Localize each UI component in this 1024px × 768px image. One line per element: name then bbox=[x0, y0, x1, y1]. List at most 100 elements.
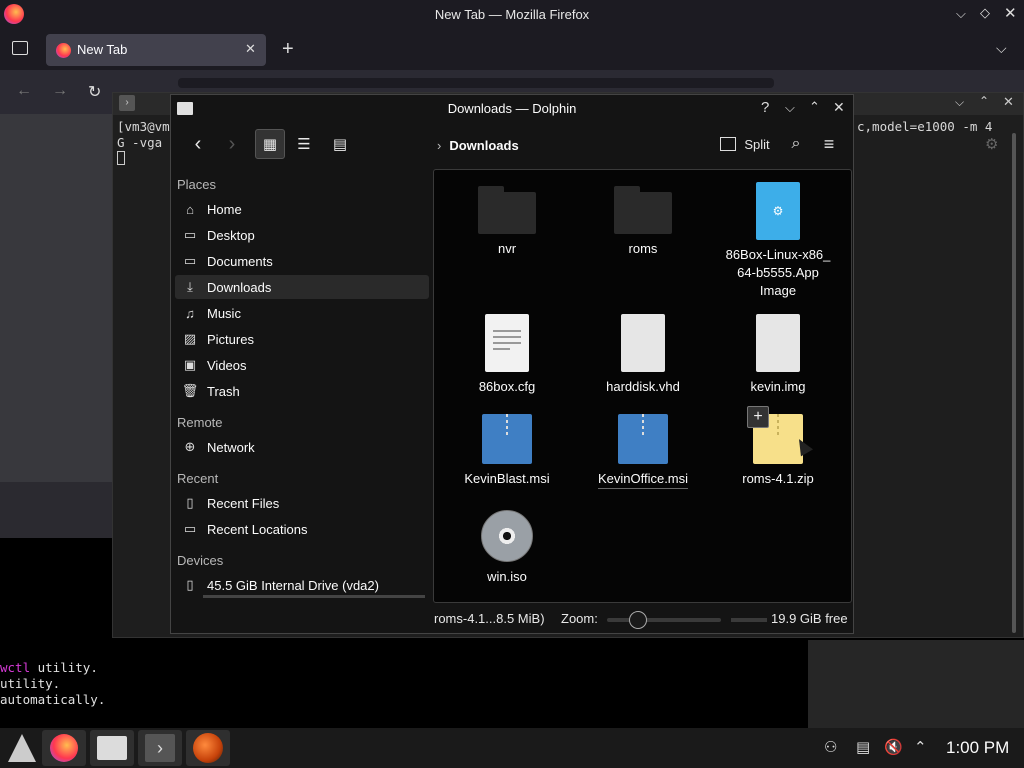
breadcrumb-chevron-icon: › bbox=[437, 138, 442, 153]
terminal-line: utility. bbox=[0, 676, 61, 691]
maximize-icon[interactable]: ◇ bbox=[980, 5, 990, 21]
list-all-tabs-icon[interactable]: ⌵ bbox=[996, 40, 1007, 57]
sidebar-item-trash[interactable]: 🗑 Trash bbox=[175, 379, 429, 403]
terminal-line: utility. bbox=[30, 660, 98, 675]
file-name: 86box.cfg bbox=[478, 379, 536, 394]
add-selection-icon[interactable]: + bbox=[747, 406, 769, 428]
taskbar-dolphin[interactable] bbox=[90, 730, 134, 766]
sidebar-item-videos[interactable]: ▣ Videos bbox=[175, 353, 429, 377]
file-name: roms-4.1.zip bbox=[742, 471, 814, 486]
minimize-icon[interactable]: ⌵ bbox=[956, 6, 966, 22]
sidebar-item-home[interactable]: ⌂ Home bbox=[175, 197, 429, 221]
back-icon[interactable]: ← bbox=[16, 82, 32, 100]
forward-button[interactable]: › bbox=[219, 129, 245, 159]
remote-heading: Remote bbox=[177, 415, 223, 430]
folder-icon bbox=[614, 182, 672, 234]
recent-heading: Recent bbox=[177, 471, 219, 486]
clipboard-tray-icon[interactable]: ▤ bbox=[856, 738, 870, 756]
dolphin-close-icon[interactable]: ✕ bbox=[833, 99, 845, 116]
tab-list-icon[interactable] bbox=[12, 41, 28, 55]
file-item[interactable]: harddisk.vhd bbox=[583, 314, 703, 396]
file-item[interactable]: KevinOffice.msi bbox=[583, 414, 703, 489]
help-icon[interactable]: ? bbox=[761, 99, 769, 116]
breadcrumb-downloads[interactable]: Downloads bbox=[449, 138, 518, 153]
dolphin-minimize-icon[interactable]: ⌵ bbox=[785, 100, 795, 116]
terminal-highlight: wctl bbox=[0, 660, 31, 675]
terminal-line: automatically. bbox=[0, 692, 106, 707]
sidebar-item-documents[interactable]: ▭ Documents bbox=[175, 249, 429, 273]
zoom-slider-track[interactable] bbox=[607, 618, 721, 622]
sidebar-item-recent-files[interactable]: ▯ Recent Files bbox=[175, 491, 429, 515]
drive-icon: ▯ bbox=[186, 577, 194, 592]
file-item[interactable]: KevinBlast.msi bbox=[447, 414, 567, 488]
network-tray-icon[interactable]: ⚇ bbox=[824, 738, 837, 756]
file-item[interactable]: roms bbox=[583, 182, 703, 258]
folder-icon bbox=[478, 182, 536, 234]
network-icon: ⊕ bbox=[184, 439, 196, 454]
volume-muted-icon[interactable]: 🔇 bbox=[884, 738, 903, 756]
sidebar-item-desktop[interactable]: ▭ Desktop bbox=[175, 223, 429, 247]
search-icon[interactable]: ⌕ bbox=[783, 130, 809, 158]
new-tab-icon[interactable]: + bbox=[282, 38, 294, 61]
dolphin-window: Downloads — Dolphin ? ⌵ ⌃ ✕ ‹ › ▦ ☰ ▤ › … bbox=[170, 94, 854, 634]
sidebar-item-network[interactable]: ⊕ Network bbox=[175, 435, 429, 459]
taskbar-86box[interactable] bbox=[186, 730, 230, 766]
file-item[interactable]: 86box.cfg bbox=[447, 314, 567, 396]
file-name: harddisk.vhd bbox=[606, 379, 680, 394]
pictures-icon: ▨ bbox=[183, 331, 197, 346]
show-hidden-icons-icon[interactable]: ⌃ bbox=[914, 738, 927, 756]
file-item[interactable]: win.iso bbox=[447, 510, 567, 586]
sidebar-item-label: Home bbox=[207, 201, 242, 217]
compact-view-button[interactable]: ☰ bbox=[289, 129, 319, 159]
sidebar-item-internal-drive[interactable]: ▯ 45.5 GiB Internal Drive (vda2) bbox=[175, 573, 429, 597]
icons-view-button[interactable]: ▦ bbox=[255, 129, 285, 159]
terminal-icon: › bbox=[145, 734, 175, 762]
sidebar-item-label: Desktop bbox=[207, 227, 255, 243]
music-icon: ♫ bbox=[185, 305, 195, 321]
sidebar-item-label: Documents bbox=[207, 253, 273, 269]
dolphin-maximize-icon[interactable]: ⌃ bbox=[809, 99, 820, 115]
taskbar-terminal[interactable]: › bbox=[138, 730, 182, 766]
split-icon bbox=[720, 137, 737, 151]
file-item[interactable]: ⚙ 86Box-Linux-x86_ 64-b5555.App Image bbox=[718, 182, 838, 300]
tab-close-icon[interactable]: ✕ bbox=[245, 41, 256, 57]
terminal-maximize-icon[interactable]: ⌃ bbox=[979, 94, 989, 108]
file-name: 86Box-Linux-x86_ 64-b5555.App Image bbox=[718, 246, 838, 300]
file-item[interactable]: kevin.img bbox=[718, 314, 838, 396]
firefox-window-title: New Tab — Mozilla Firefox bbox=[434, 7, 590, 22]
clock[interactable]: 1:00 PM bbox=[946, 738, 1009, 758]
reload-icon[interactable]: ↻ bbox=[88, 82, 101, 102]
86box-icon bbox=[193, 733, 223, 763]
sidebar-item-downloads[interactable]: ⤓ Downloads bbox=[175, 275, 429, 299]
terminal-scrollbar[interactable] bbox=[1012, 133, 1016, 633]
terminal-minimize-icon[interactable]: ⌵ bbox=[955, 95, 964, 110]
back-button[interactable]: ‹ bbox=[185, 129, 211, 159]
dolphin-statusbar: roms-4.1...8.5 MiB) Zoom: 19.9 GiB free bbox=[171, 607, 853, 633]
sidebar-item-recent-locations[interactable]: ▭ Recent Locations bbox=[175, 517, 429, 541]
sidebar-item-label: Recent Locations bbox=[207, 521, 308, 537]
taskbar-firefox[interactable] bbox=[42, 730, 86, 766]
forward-icon[interactable]: → bbox=[52, 82, 68, 100]
file-item[interactable]: + roms-4.1.zip bbox=[718, 406, 838, 488]
sidebar-item-music[interactable]: ♫ Music bbox=[175, 301, 429, 325]
firefox-tabbar: New Tab ✕ + ⌵ bbox=[0, 30, 1024, 70]
details-view-button[interactable]: ▤ bbox=[325, 129, 355, 159]
terminal-settings-icon[interactable]: ⚙ bbox=[985, 135, 998, 153]
msi-package-icon bbox=[482, 414, 532, 464]
sidebar-item-pictures[interactable]: ▨ Pictures bbox=[175, 327, 429, 351]
zoom-slider-handle[interactable] bbox=[629, 611, 647, 629]
zoom-label: Zoom: bbox=[561, 611, 598, 626]
file-item[interactable]: nvr bbox=[447, 182, 567, 258]
file-name-line: 86Box-Linux-x86_ bbox=[725, 247, 831, 262]
desktop-icon: ▭ bbox=[183, 227, 197, 242]
url-bar[interactable] bbox=[178, 78, 774, 88]
split-button[interactable]: Split bbox=[717, 130, 773, 158]
tab-new-tab[interactable]: New Tab ✕ bbox=[46, 34, 266, 66]
hamburger-menu-icon[interactable]: ≡ bbox=[815, 130, 843, 158]
sidebar-item-label: Recent Files bbox=[207, 495, 280, 511]
application-launcher-icon[interactable] bbox=[0, 730, 44, 766]
blank-file-icon bbox=[756, 314, 800, 372]
close-icon[interactable]: ✕ bbox=[1004, 4, 1017, 22]
downloads-icon: ⤓ bbox=[187, 279, 193, 294]
terminal-close-icon[interactable]: ✕ bbox=[1003, 94, 1014, 110]
